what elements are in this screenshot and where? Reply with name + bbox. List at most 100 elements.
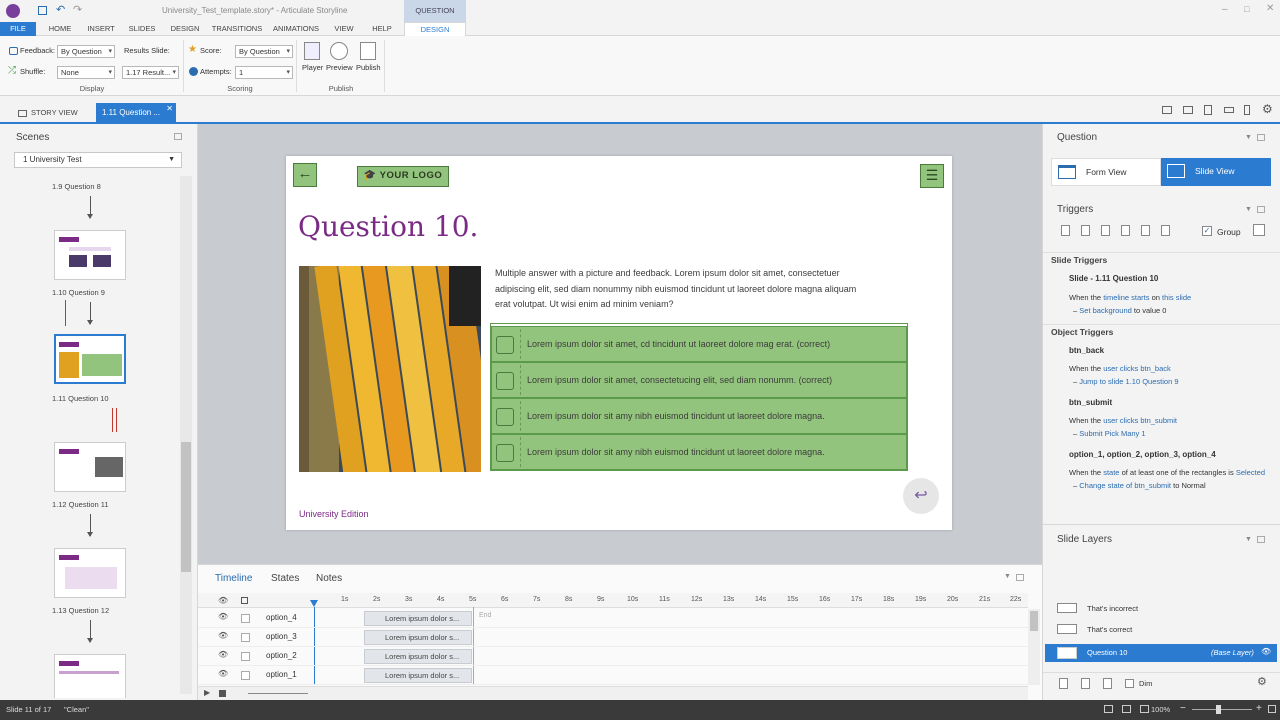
- delete-layer-icon[interactable]: [1103, 678, 1112, 689]
- submit-button[interactable]: ↩: [903, 478, 939, 514]
- trigger-state-link[interactable]: Selected: [1236, 468, 1265, 477]
- menu-button[interactable]: ☰: [920, 164, 944, 188]
- save-icon[interactable]: [38, 6, 47, 15]
- gear-icon[interactable]: ⚙: [1257, 675, 1267, 688]
- trigger-target-link[interactable]: btn_submit: [1134, 481, 1171, 490]
- eye-icon[interactable]: 👁: [218, 669, 228, 678]
- play-icon[interactable]: ▶: [204, 688, 210, 697]
- feedback-select[interactable]: By Question: [57, 45, 115, 58]
- zoom-slider[interactable]: [248, 693, 308, 694]
- scrollbar-thumb[interactable]: [1030, 611, 1038, 631]
- trigger-object-link[interactable]: btn_back: [1140, 364, 1170, 373]
- publish-icon[interactable]: [360, 42, 376, 60]
- maximize-icon[interactable]: □: [1244, 4, 1249, 14]
- trigger-action-link[interactable]: Set: [1079, 306, 1090, 315]
- panel-pin-icon[interactable]: [174, 133, 182, 140]
- tab-design[interactable]: DESIGN: [168, 22, 202, 36]
- edit-trigger-icon[interactable]: [1081, 225, 1090, 236]
- object-trigger-when[interactable]: When the state of at least one of the re…: [1069, 468, 1265, 477]
- object-trigger-when[interactable]: When the user clicks btn_back: [1069, 364, 1171, 373]
- eye-icon[interactable]: 👁: [218, 650, 228, 659]
- group-checkbox[interactable]: ✓: [1202, 226, 1212, 236]
- checkbox[interactable]: [496, 336, 514, 354]
- preview-icon[interactable]: [330, 42, 348, 60]
- timeline-row[interactable]: 👁 option_1 Lorem ipsum dolor s...: [198, 666, 1028, 685]
- trigger-action-link[interactable]: Submit: [1079, 429, 1102, 438]
- lock-icon[interactable]: [241, 597, 248, 604]
- move-trigger-icon[interactable]: [1161, 225, 1170, 236]
- lock-checkbox[interactable]: [241, 614, 250, 623]
- fit-window-icon[interactable]: [1268, 705, 1276, 713]
- timeline-bar[interactable]: Lorem ipsum dolor s...: [364, 649, 472, 664]
- eye-icon[interactable]: 👁: [218, 596, 228, 605]
- attempts-select[interactable]: 1: [235, 66, 293, 79]
- lock-checkbox[interactable]: [241, 671, 250, 680]
- undo-icon[interactable]: ↶: [56, 3, 65, 16]
- trigger-event-link[interactable]: user clicks: [1103, 416, 1138, 425]
- normal-view-icon[interactable]: [1104, 705, 1113, 713]
- timeline-bar[interactable]: Lorem ipsum dolor s...: [364, 630, 472, 645]
- slide-tab[interactable]: 1.11 Question ... ✕: [96, 103, 176, 122]
- tab-view[interactable]: VIEW: [332, 22, 356, 36]
- copy-trigger-icon[interactable]: [1101, 225, 1110, 236]
- trigger-event-link[interactable]: user clicks: [1103, 364, 1138, 373]
- slide-thumbnail-selected[interactable]: [54, 334, 126, 384]
- delete-trigger-icon[interactable]: [1141, 225, 1150, 236]
- trigger-event-link[interactable]: timeline starts: [1103, 293, 1149, 302]
- tab-close-icon[interactable]: ✕: [166, 99, 173, 118]
- scene-dropdown[interactable]: 1 University Test ▼: [14, 152, 182, 168]
- zoom-slider-thumb[interactable]: [1216, 705, 1221, 714]
- back-button[interactable]: ←: [293, 163, 317, 187]
- zoom-slider[interactable]: [1192, 709, 1252, 710]
- new-trigger-icon[interactable]: [1061, 225, 1070, 236]
- redo-icon[interactable]: ↷: [73, 3, 82, 16]
- tab-timeline[interactable]: Timeline: [215, 573, 252, 584]
- eye-icon[interactable]: 👁: [218, 631, 228, 640]
- chevron-down-icon[interactable]: ▼: [1245, 536, 1252, 543]
- layer-item[interactable]: That's correct: [1043, 621, 1280, 639]
- trigger-variable-link[interactable]: background: [1093, 306, 1132, 315]
- tab-states[interactable]: States: [271, 573, 299, 584]
- slide-thumbnail[interactable]: [54, 442, 126, 492]
- answer-option[interactable]: Lorem ipsum dolor sit amet, consectetuci…: [491, 362, 907, 398]
- grid-view-icon[interactable]: [1122, 705, 1131, 713]
- new-layer-icon[interactable]: [1059, 678, 1068, 689]
- gear-icon[interactable]: ⚙: [1262, 102, 1273, 116]
- slide-thumbnail[interactable]: [54, 548, 126, 598]
- score-select[interactable]: By Question: [235, 45, 293, 58]
- fit-view-icon[interactable]: [1140, 705, 1149, 713]
- slide-thumbnail[interactable]: [54, 654, 126, 698]
- slide-trigger-when[interactable]: When the timeline starts on this slide: [1069, 293, 1191, 302]
- chevron-down-icon[interactable]: ▼: [1245, 134, 1252, 141]
- tab-file[interactable]: FILE: [0, 22, 36, 36]
- layout-icon[interactable]: [1244, 105, 1250, 115]
- layout-icon[interactable]: [1204, 105, 1212, 115]
- lock-checkbox[interactable]: [241, 633, 250, 642]
- zoom-in-icon[interactable]: +: [1256, 703, 1262, 714]
- results-slide-select[interactable]: 1.17 Result...: [122, 66, 179, 79]
- story-view-tab[interactable]: STORY VIEW: [18, 105, 78, 121]
- paste-trigger-icon[interactable]: [1121, 225, 1130, 236]
- timeline-bar[interactable]: Lorem ipsum dolor s...: [364, 611, 472, 626]
- trigger-action-link[interactable]: Change state of: [1079, 481, 1132, 490]
- layout-icon[interactable]: [1183, 106, 1193, 114]
- scenes-scrollbar[interactable]: [180, 176, 192, 694]
- trigger-object-link[interactable]: this slide: [1162, 293, 1191, 302]
- trigger-event-link[interactable]: state: [1103, 468, 1119, 477]
- tab-slides[interactable]: SLIDES: [125, 22, 159, 36]
- panel-pin-icon[interactable]: [1257, 206, 1265, 213]
- chevron-down-icon[interactable]: ▼: [1245, 206, 1252, 213]
- dim-checkbox[interactable]: [1125, 679, 1134, 688]
- tab-home[interactable]: HOME: [44, 22, 76, 36]
- duplicate-layer-icon[interactable]: [1081, 678, 1090, 689]
- close-icon[interactable]: ✕: [1266, 3, 1274, 14]
- panel-pin-icon[interactable]: [1016, 574, 1024, 581]
- player-button[interactable]: Player: [302, 62, 323, 74]
- tab-notes[interactable]: Notes: [316, 573, 342, 584]
- form-view-button[interactable]: Form View: [1051, 158, 1161, 186]
- lock-checkbox[interactable]: [241, 652, 250, 661]
- tab-question-design[interactable]: DESIGN: [404, 22, 466, 36]
- timeline-row[interactable]: 👁 option_3 Lorem ipsum dolor s...: [198, 628, 1028, 647]
- chevron-down-icon[interactable]: ▼: [1004, 573, 1011, 580]
- trigger-target-link[interactable]: 1.10 Question 9: [1126, 377, 1179, 386]
